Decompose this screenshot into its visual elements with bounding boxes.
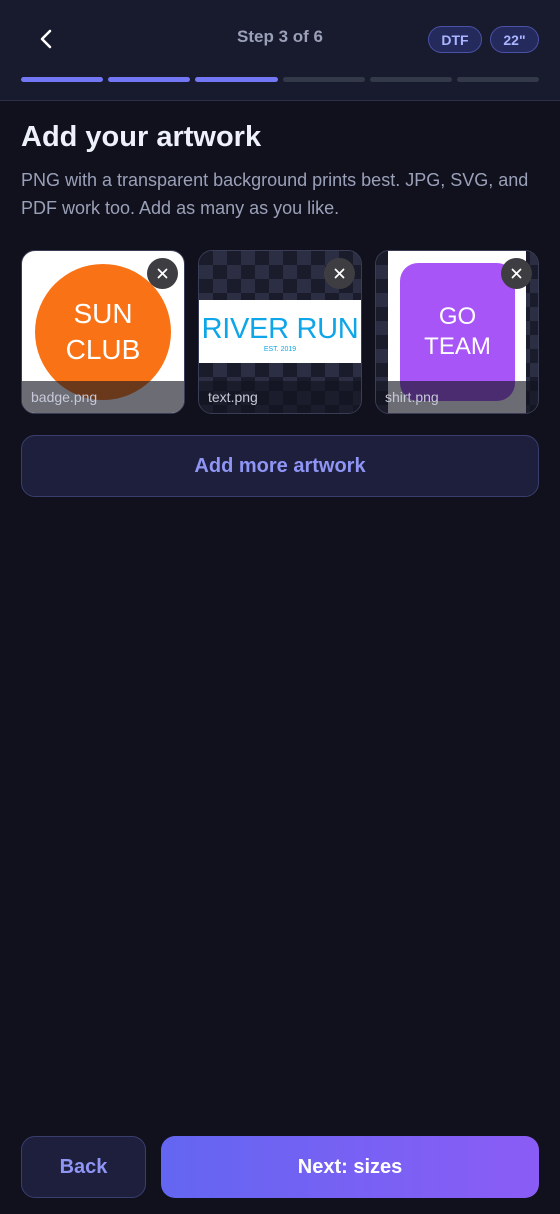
- progress-segment-complete: [195, 77, 278, 82]
- progress-segment-complete: [21, 77, 104, 82]
- close-icon: [334, 268, 345, 279]
- close-icon: [157, 268, 168, 279]
- remove-artwork-button[interactable]: [147, 258, 178, 289]
- artwork-tile[interactable]: RIVER RUN EST. 2019 text.png: [198, 250, 362, 414]
- close-icon: [511, 268, 522, 279]
- print-method-chip[interactable]: DTF: [428, 26, 482, 53]
- remove-artwork-button[interactable]: [501, 258, 532, 289]
- artwork-tile[interactable]: GO TEAM shirt.png: [375, 250, 539, 414]
- page-title: Add your artwork: [21, 121, 262, 153]
- step-progress-bar: [21, 77, 540, 82]
- add-more-artwork-button[interactable]: Add more artwork: [21, 435, 539, 497]
- page-subtitle: PNG with a transparent background prints…: [21, 170, 529, 218]
- next-sizes-button[interactable]: Next: sizes: [161, 1136, 539, 1198]
- text-artwork-preview: RIVER RUN EST. 2019: [199, 300, 361, 363]
- sheet-width-chip[interactable]: 22": [490, 26, 539, 53]
- upload-artwork-screen: Step 3 of 6 DTF 22" Add your artwork PNG…: [0, 0, 560, 1214]
- progress-segment-pending: [369, 77, 452, 82]
- artwork-text-line: TEAM: [424, 333, 491, 360]
- artwork-subtitle-text: EST. 2019: [263, 346, 297, 353]
- artwork-text-line: SUN: [73, 298, 133, 329]
- progress-segment-pending: [282, 77, 365, 82]
- progress-segment-pending: [456, 77, 540, 82]
- back-button[interactable]: Back: [21, 1136, 146, 1198]
- artwork-filename: badge.png: [31, 389, 98, 405]
- artwork-text-line: GO: [438, 303, 477, 330]
- artwork-title-text: RIVER RUN: [201, 313, 359, 345]
- artwork-text-line: CLUB: [65, 334, 141, 365]
- progress-segment-complete: [108, 77, 191, 82]
- artwork-filename: shirt.png: [385, 389, 439, 405]
- top-bar: Step 3 of 6 DTF 22": [0, 0, 560, 101]
- artwork-tile[interactable]: SUN CLUB badge.png: [21, 250, 185, 414]
- artwork-filename: text.png: [208, 389, 258, 405]
- remove-artwork-button[interactable]: [324, 258, 355, 289]
